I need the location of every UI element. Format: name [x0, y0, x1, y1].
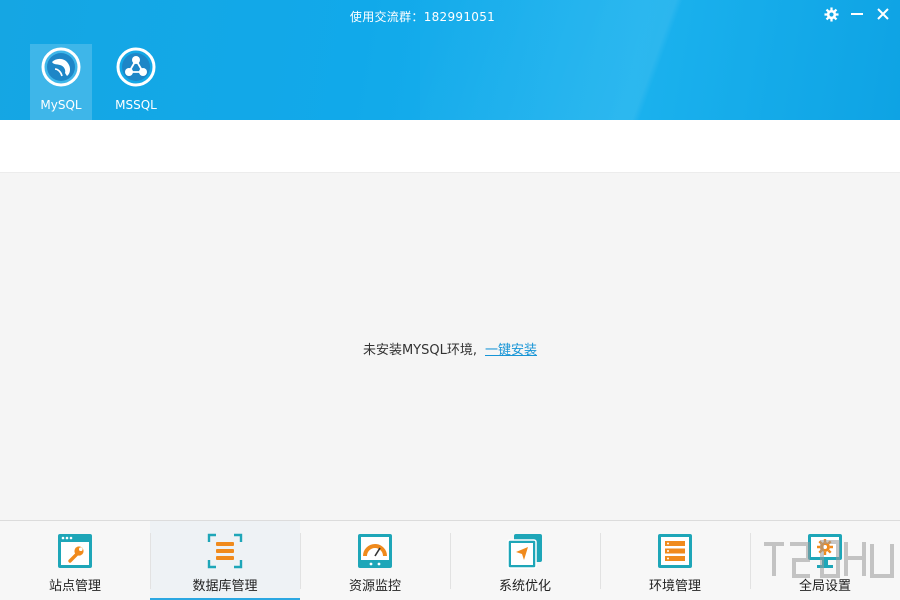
wrench-window-icon	[58, 534, 92, 568]
nav-label: 环境管理	[648, 579, 701, 594]
tab-mysql[interactable]: MySQL	[30, 44, 92, 120]
nav-label: 数据库管理	[192, 579, 258, 594]
close-button[interactable]	[874, 5, 892, 23]
nav-database-management[interactable]: 数据库管理	[150, 521, 300, 600]
dolphin-icon	[41, 47, 81, 87]
window-title: 使用交流群：182991051	[349, 10, 496, 24]
minimize-icon	[851, 13, 863, 15]
tab-label: MySQL	[40, 98, 82, 112]
main-content: 未安装MYSQL环境, 一键安装	[0, 172, 900, 520]
settings-button[interactable]	[822, 5, 840, 23]
watermark-logo	[764, 540, 894, 578]
one-click-install-link[interactable]: 一键安装	[485, 343, 537, 358]
window-controls	[822, 5, 892, 23]
gauge-icon	[358, 534, 392, 568]
tab-label: MSSQL	[115, 98, 157, 112]
title-bar: 使用交流群：182991051 MySQL MSSQL	[0, 0, 900, 120]
server-rack-icon	[658, 534, 692, 568]
not-installed-text: 未安装MYSQL环境,	[362, 343, 477, 358]
nav-label: 站点管理	[48, 579, 101, 594]
status-message: 未安装MYSQL环境, 一键安装	[0, 339, 900, 358]
nav-site-management[interactable]: 站点管理	[0, 521, 150, 600]
database-list-icon	[207, 533, 243, 569]
network-nodes-icon	[116, 47, 156, 87]
minimize-button[interactable]	[848, 5, 866, 23]
toolbar-area	[0, 120, 900, 172]
nav-environment-management[interactable]: 环境管理	[600, 521, 750, 600]
nav-resource-monitor[interactable]: 资源监控	[300, 521, 450, 600]
gear-icon	[823, 6, 839, 22]
nav-label: 资源监控	[348, 579, 401, 594]
nav-label: 系统优化	[498, 579, 551, 594]
cursor-arrow-icon	[507, 534, 542, 569]
nav-system-optimization[interactable]: 系统优化	[450, 521, 600, 600]
close-icon	[877, 8, 889, 20]
tab-mssql[interactable]: MSSQL	[105, 44, 167, 120]
